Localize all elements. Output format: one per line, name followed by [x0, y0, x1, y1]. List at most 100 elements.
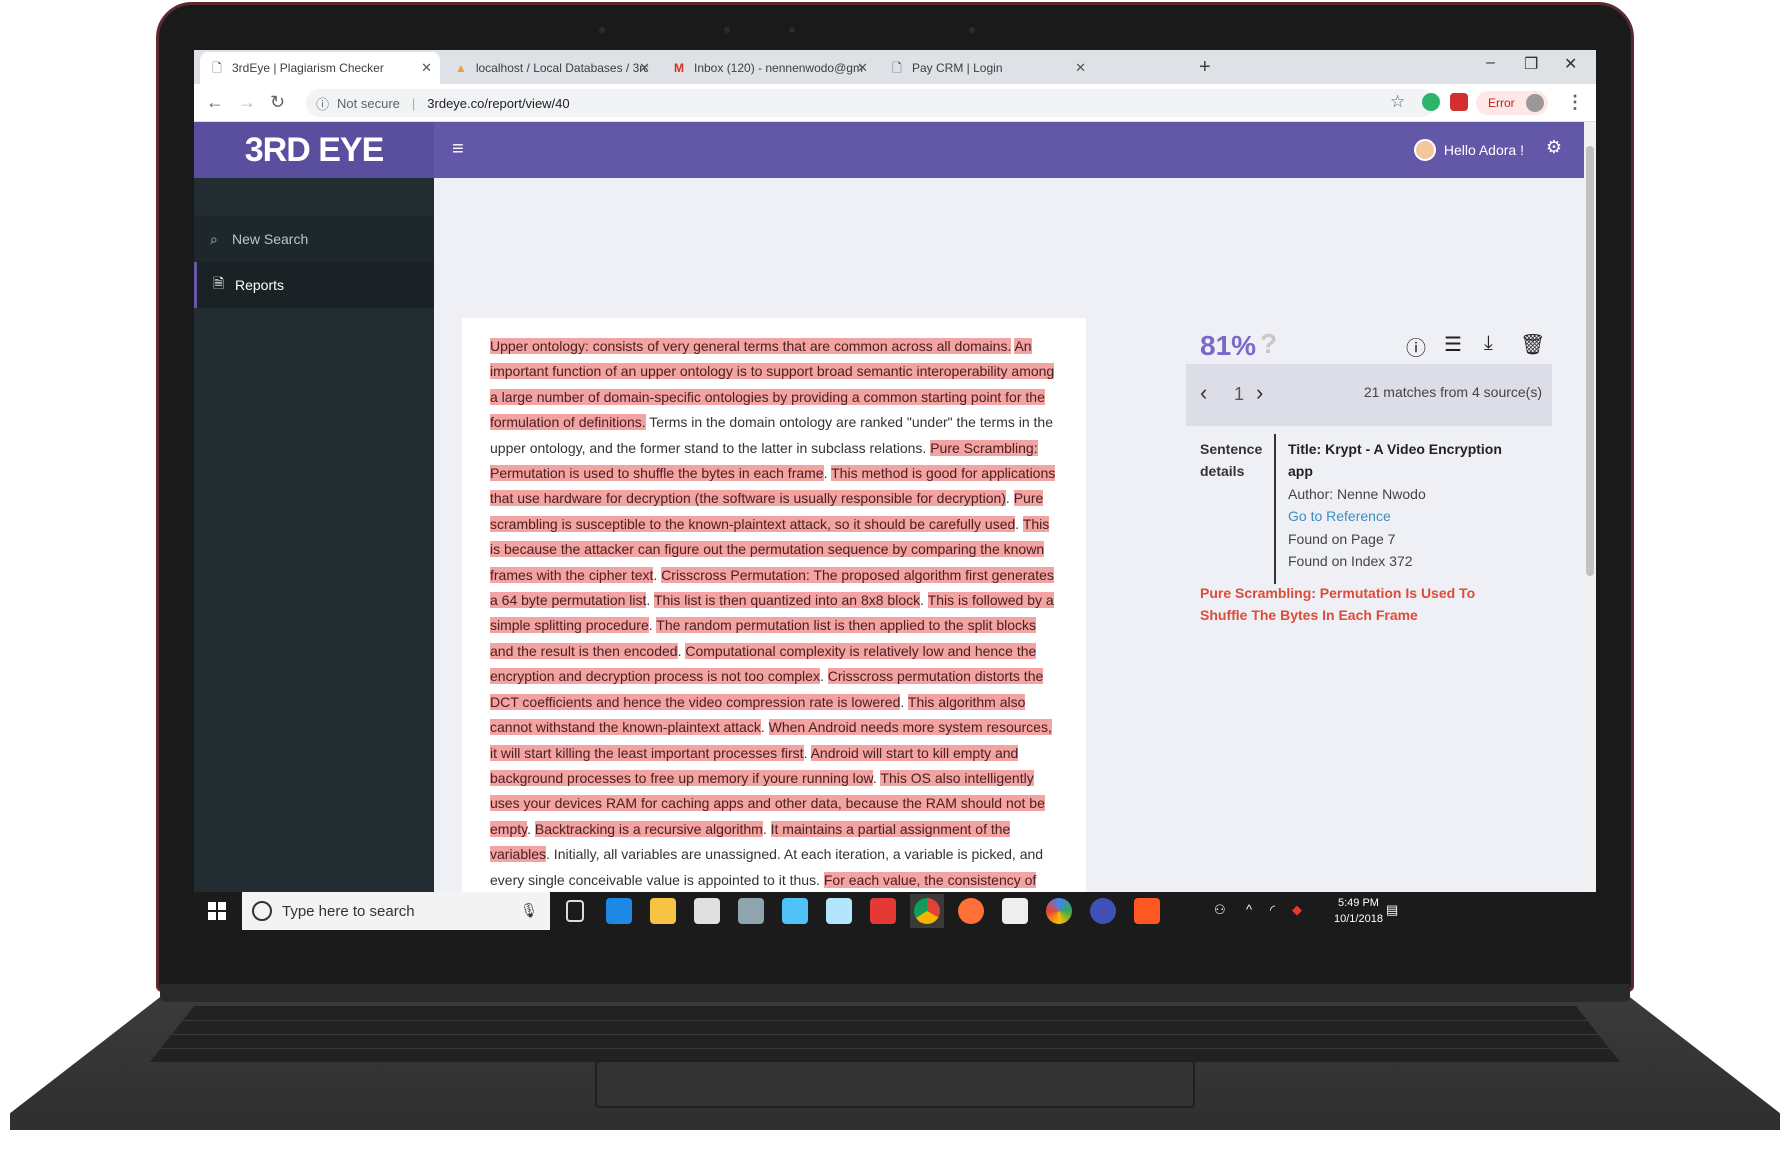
- phpmyadmin-icon: ▲: [454, 61, 467, 75]
- laptop-hinge: [160, 984, 1630, 1002]
- star-icon[interactable]: ☆: [1390, 92, 1405, 112]
- forward-icon[interactable]: →: [238, 92, 256, 113]
- browser-tab-bar: 🗋 3rdEye | Plagiarism Checker ✕ ▲ localh…: [194, 50, 1596, 84]
- url-field[interactable]: ⓘ Not secure | 3rdeye.co/report/view/40: [306, 89, 1436, 117]
- document-text: Upper ontology: consists of very general…: [490, 334, 1058, 892]
- app-icon[interactable]: [870, 898, 896, 924]
- close-window-icon[interactable]: ✕: [1564, 54, 1577, 74]
- match-navigator: ‹ 1 › 21 matches from 4 source(s): [1186, 364, 1552, 426]
- new-tab-button[interactable]: +: [1199, 56, 1211, 79]
- windows-start-icon[interactable]: [208, 902, 226, 920]
- search-icon: ⌕: [210, 230, 218, 247]
- keyboard: [150, 1006, 1620, 1062]
- sentence-details-label: Sentence details: [1200, 441, 1263, 479]
- sidebar-item-label: Reports: [235, 277, 285, 293]
- separator: |: [411, 95, 416, 111]
- logo[interactable]: 3RD EYE: [194, 122, 434, 178]
- text-segment: .: [1005, 490, 1014, 507]
- system-clock[interactable]: 5:49 PM 10/1/2018: [1334, 895, 1383, 927]
- task-view-icon[interactable]: [566, 900, 584, 922]
- source-details: Title: Krypt - A Video Encryption app Au…: [1288, 438, 1518, 572]
- people-icon[interactable]: ⚇: [1214, 902, 1226, 918]
- top-navbar: 3RD EYE ≡ Hello Adora ! ⚙: [194, 122, 1584, 178]
- matched-text-segment[interactable]: This list is then quantized into an 8x8 …: [653, 592, 921, 609]
- matched-text-segment[interactable]: Backtracking is a recursive algorithm: [534, 820, 763, 837]
- app-icon[interactable]: [826, 898, 852, 924]
- document-icon: 🗋: [212, 61, 222, 75]
- text-segment: .: [920, 592, 928, 609]
- document-icon: 🗎: [213, 275, 225, 291]
- restore-icon[interactable]: ❐: [1524, 54, 1538, 74]
- help-icon[interactable]: ?: [1260, 328, 1277, 360]
- laptop-base: [0, 984, 1790, 1150]
- go-to-reference-link[interactable]: Go to Reference: [1288, 505, 1518, 527]
- store-icon[interactable]: [694, 898, 720, 924]
- menu-kebab-icon[interactable]: ⋮: [1566, 92, 1584, 113]
- edge-icon[interactable]: [606, 898, 632, 924]
- page-scrollbar[interactable]: [1584, 122, 1596, 892]
- microphone-icon[interactable]: 🎙: [520, 902, 538, 919]
- greeting-text: Hello Adora !: [1443, 142, 1524, 158]
- matched-text-segment[interactable]: Upper ontology: consists of very general…: [490, 338, 1012, 354]
- close-icon[interactable]: ✕: [1075, 60, 1086, 76]
- camera-dot: [724, 27, 730, 33]
- avatar: [1413, 139, 1436, 161]
- text-segment: .: [819, 668, 828, 685]
- matched-sentence: Pure Scrambling: Permutation Is Used To …: [1200, 585, 1476, 623]
- text-segment: .: [900, 693, 908, 710]
- document-icon: 🗋: [892, 61, 902, 75]
- close-icon[interactable]: ✕: [857, 60, 868, 76]
- network-icon[interactable]: ◜: [1270, 902, 1275, 918]
- mail-icon[interactable]: [1002, 898, 1028, 924]
- scroll-thumb[interactable]: [1586, 146, 1594, 576]
- tab-3rdeye[interactable]: 🗋 3rdEye | Plagiarism Checker ✕: [200, 52, 440, 84]
- tab-pay-crm[interactable]: 🗋 Pay CRM | Login ✕: [880, 52, 1094, 84]
- security-label: Not secure: [337, 95, 400, 111]
- app-icon[interactable]: [782, 898, 808, 924]
- chevron-up-icon[interactable]: ^: [1246, 902, 1252, 917]
- file-explorer-icon[interactable]: [650, 898, 676, 924]
- back-icon[interactable]: ←: [206, 92, 224, 113]
- firefox-icon[interactable]: [958, 898, 984, 924]
- tab-localhost[interactable]: ▲ localhost / Local Databases / 3rd ✕: [444, 52, 658, 84]
- previous-match-icon[interactable]: ‹: [1200, 380, 1207, 406]
- notifications-icon[interactable]: ▤: [1386, 902, 1398, 918]
- user-menu[interactable]: Hello Adora !: [1413, 139, 1524, 161]
- reload-icon[interactable]: ↻: [270, 92, 285, 113]
- trash-icon[interactable]: 🗑: [1520, 332, 1545, 357]
- info-circle-icon[interactable]: ⓘ: [1406, 332, 1426, 361]
- document-panel: Upper ontology: consists of very general…: [462, 318, 1086, 892]
- shield-extension-icon[interactable]: [1450, 93, 1468, 111]
- app-icon[interactable]: [1134, 898, 1160, 924]
- source-author: Author: Nenne Nwodo: [1288, 485, 1426, 502]
- volume-icon[interactable]: ◆: [1292, 902, 1302, 918]
- camera-dot: [789, 27, 795, 33]
- app-icon[interactable]: [738, 898, 764, 924]
- gears-icon[interactable]: ⚙: [1546, 137, 1562, 158]
- photos-icon[interactable]: [1046, 898, 1072, 924]
- similarity-percent: 81%: [1200, 330, 1257, 361]
- match-count: 21 matches from 4 source(s): [1363, 384, 1542, 400]
- search-placeholder: Type here to search: [282, 902, 415, 920]
- next-match-icon[interactable]: ›: [1256, 380, 1263, 406]
- profile-error-pill[interactable]: Error: [1476, 91, 1548, 115]
- app-icon[interactable]: [1090, 898, 1116, 924]
- close-icon[interactable]: ✕: [421, 60, 432, 76]
- text-segment: .: [803, 744, 811, 761]
- sidebar-item-new-search[interactable]: ⌕ New Search: [194, 216, 434, 262]
- grammarly-icon[interactable]: [1422, 93, 1440, 111]
- download-icon[interactable]: ⤓: [1484, 332, 1493, 355]
- chrome-icon[interactable]: [914, 898, 940, 924]
- url-text: 3rdeye.co/report/view/40: [427, 95, 570, 111]
- hamburger-menu-icon[interactable]: ≡: [452, 138, 464, 161]
- minimize-icon[interactable]: –: [1486, 54, 1495, 72]
- text-segment: .: [762, 820, 771, 837]
- text-segment: .: [760, 719, 769, 736]
- tab-gmail[interactable]: M Inbox (120) - nennenwodo@gm ✕: [662, 52, 876, 84]
- list-icon[interactable]: ☰: [1444, 332, 1462, 357]
- app-area: 3RD EYE ≡ Hello Adora ! ⚙ ⌕ New Search 🗎…: [194, 122, 1596, 892]
- sidebar-item-reports[interactable]: 🗎 Reports: [194, 262, 434, 308]
- close-icon[interactable]: ✕: [639, 60, 650, 76]
- found-page: Found on Page 7: [1288, 530, 1396, 547]
- taskbar-search-input[interactable]: Type here to search 🎙: [242, 892, 550, 930]
